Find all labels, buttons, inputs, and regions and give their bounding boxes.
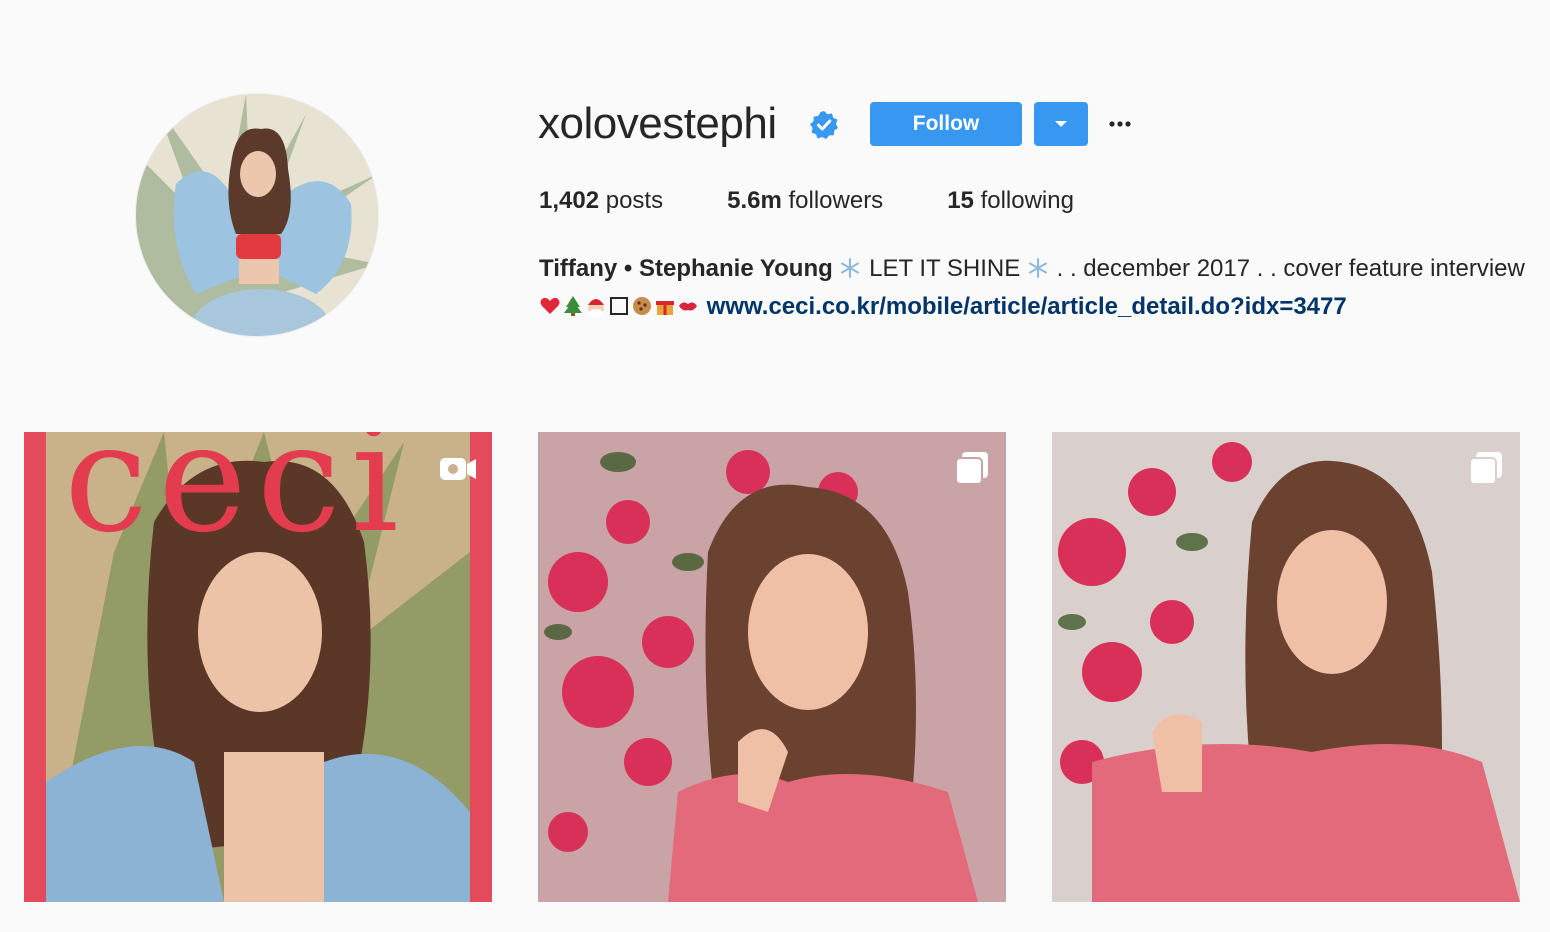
profile-full-name: Tiffany • Stephanie Young [539, 255, 833, 282]
snowflake-icon [1028, 258, 1047, 278]
followers-count-value: 5.6m [727, 187, 782, 214]
follow-button[interactable]: Follow [870, 102, 1022, 146]
post-thumbnail[interactable]: ceci [24, 432, 492, 902]
cover-masthead: ceci [64, 432, 409, 566]
post-thumbnail[interactable] [1052, 432, 1520, 902]
carousel-icon [1469, 452, 1502, 485]
post-image [1052, 432, 1520, 902]
empty-box-icon [610, 297, 628, 315]
bio-text-2: . . december 2017 . . cover feature inte… [1056, 255, 1525, 282]
post-image [538, 432, 1006, 902]
posts-count-value: 1,402 [539, 187, 600, 214]
following-count-value: 15 [947, 187, 974, 214]
christmas-tree-icon [564, 296, 582, 316]
posts-count-label: posts [605, 187, 664, 214]
profile-bio: Tiffany • Stephanie Young LET IT SHINE .… [539, 250, 1529, 326]
post-thumbnail[interactable] [538, 432, 1006, 902]
snowflake-icon [841, 258, 860, 278]
following-count[interactable]: 15 following [947, 184, 1074, 218]
more-options-button[interactable] [1104, 108, 1136, 140]
carousel-icon [955, 452, 988, 485]
verified-badge-icon [810, 111, 838, 139]
following-count-label: following [980, 187, 1074, 214]
bio-external-link[interactable]: www.ceci.co.kr/mobile/article/article_de… [707, 293, 1347, 320]
followers-count[interactable]: 5.6m followers [727, 184, 883, 218]
kiss-lips-icon [679, 302, 697, 311]
profile-stats: 1,402 posts 5.6m followers 15 following [539, 184, 1138, 218]
profile-username: xolovestephi [538, 99, 777, 148]
ellipsis-icon [1109, 121, 1131, 127]
posts-count: 1,402 posts [539, 184, 663, 218]
heart-icon [540, 297, 560, 314]
santa-icon [588, 299, 604, 317]
followers-count-label: followers [788, 187, 884, 214]
profile-avatar[interactable] [136, 94, 378, 336]
cookie-icon [633, 297, 651, 315]
chevron-down-icon [1055, 121, 1067, 127]
suggestions-dropdown-button[interactable] [1034, 102, 1088, 146]
video-icon [440, 458, 476, 480]
profile-page: xolovestephi Follow 1,402 posts 5.6m fol… [0, 0, 1550, 932]
gift-icon [656, 301, 674, 315]
avatar-image [136, 94, 378, 336]
bio-text-1: LET IT SHINE [869, 255, 1021, 282]
